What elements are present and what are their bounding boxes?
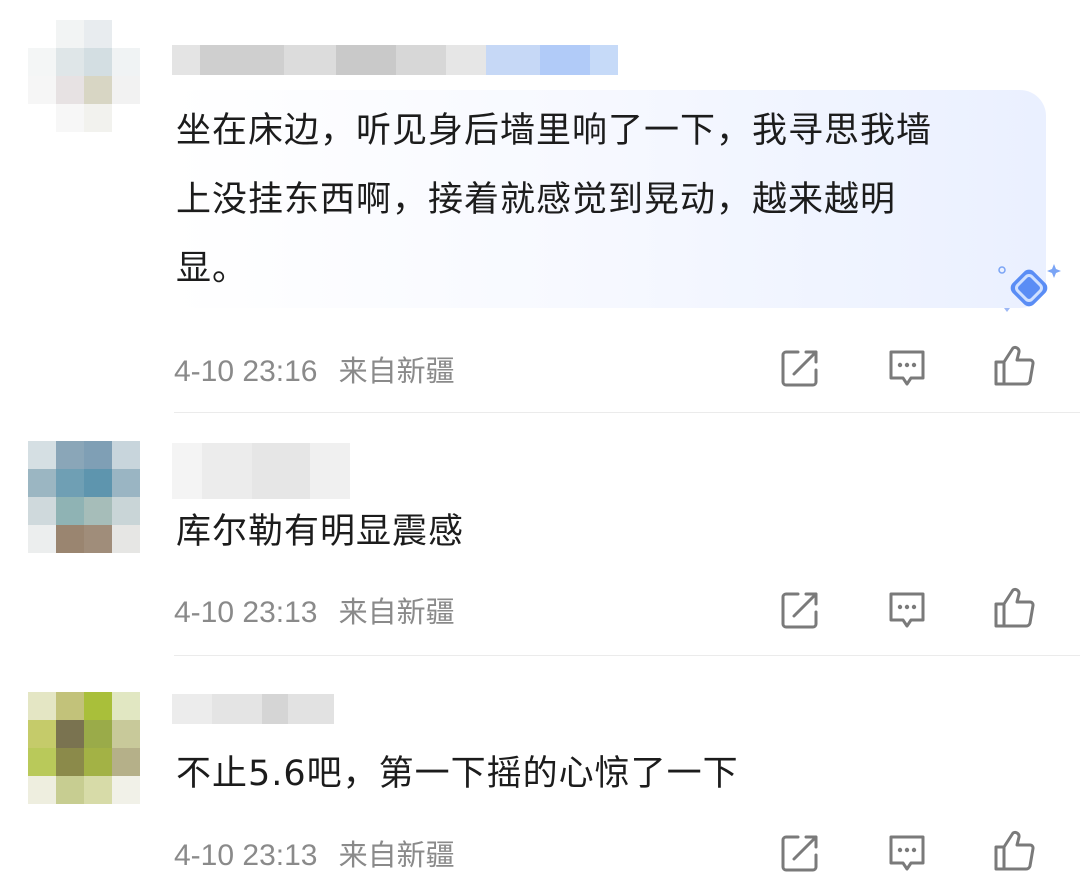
share-icon[interactable]	[778, 588, 822, 632]
comment-text: 库尔勒有明显震感	[176, 498, 464, 567]
comment-date: 4-10 23:13	[174, 839, 318, 872]
comment-icon[interactable]	[885, 346, 929, 390]
comment-icon[interactable]	[885, 831, 929, 875]
comment-date: 4-10 23:13	[174, 596, 318, 629]
comment-text-line: 显。	[176, 249, 249, 289]
comment-item: 坐在床边，听见身后墙里响了一下，我寻思我墙 上没挂东西啊，接着就感觉到晃动，越来…	[0, 0, 1080, 412]
username[interactable]	[172, 694, 334, 724]
comment-meta: 4-10 23:13 来自新疆	[174, 832, 455, 874]
avatar[interactable]	[28, 20, 140, 132]
comment-date: 4-10 23:16	[174, 355, 318, 388]
comment-meta: 4-10 23:13 来自新疆	[174, 589, 455, 631]
comment-text: 坐在床边，听见身后墙里响了一下，我寻思我墙 上没挂东西啊，接着就感觉到晃动，越来…	[176, 97, 932, 304]
thumbs-up-icon[interactable]	[992, 344, 1036, 388]
username[interactable]	[172, 45, 618, 75]
comment-location: 来自新疆	[338, 595, 455, 629]
thumbs-up-icon[interactable]	[992, 586, 1036, 630]
thumbs-up-icon[interactable]	[992, 829, 1036, 873]
username[interactable]	[172, 443, 350, 499]
comment-item: 不止5.6吧，第一下摇的心惊了一下 4-10 23:13 来自新疆	[0, 656, 1080, 894]
share-icon[interactable]	[778, 346, 822, 390]
comment-text-line: 库尔勒有明显震感	[176, 512, 465, 552]
comment-text-line: 上没挂东西啊，接着就感觉到晃动，越来越明	[176, 180, 897, 220]
comment-text: 不止5.6吧，第一下摇的心惊了一下	[176, 740, 739, 809]
comment-icon[interactable]	[885, 588, 929, 632]
avatar[interactable]	[28, 441, 140, 553]
comment-item: 库尔勒有明显震感 4-10 23:13 来自新疆	[0, 413, 1080, 655]
share-icon[interactable]	[778, 831, 822, 875]
comment-location: 来自新疆	[338, 354, 455, 388]
comment-text-line: 坐在床边，听见身后墙里响了一下，我寻思我墙	[176, 111, 933, 151]
diamond-badge-icon	[998, 264, 1061, 312]
comment-text-line: 不止5.6吧，第一下摇的心惊了一下	[176, 754, 739, 794]
comment-meta: 4-10 23:16 来自新疆	[174, 348, 455, 390]
avatar[interactable]	[28, 692, 140, 804]
comment-location: 来自新疆	[338, 838, 455, 872]
